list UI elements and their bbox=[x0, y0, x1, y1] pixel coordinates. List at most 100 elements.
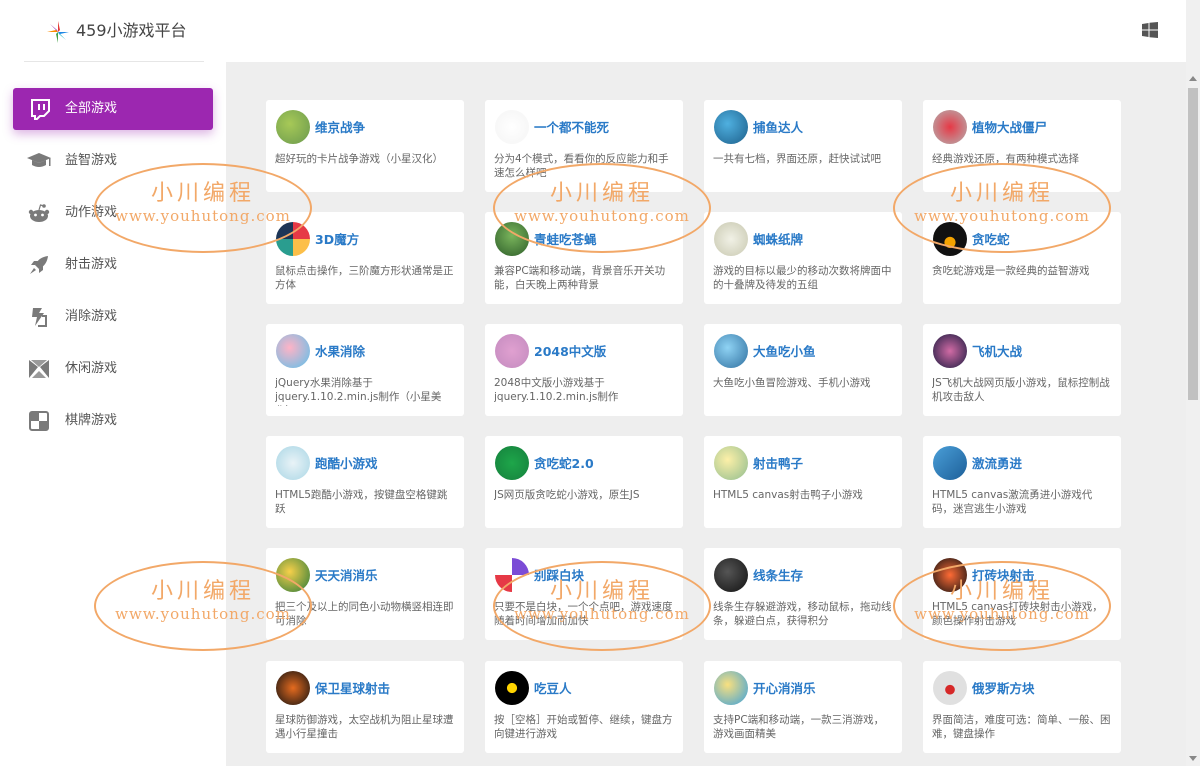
scrollbar-top-spacer bbox=[1186, 0, 1200, 62]
windows-icon[interactable] bbox=[1142, 22, 1158, 38]
nav-item-casual[interactable]: 休闲游戏 bbox=[0, 348, 226, 390]
viking-war-icon[interactable] bbox=[276, 110, 310, 144]
game-card[interactable]: 3D魔方 鼠标点击操作，三阶魔方形状通常是正方体 bbox=[266, 212, 464, 304]
game-description: 贪吃蛇游戏是一款经典的益智游戏 bbox=[932, 265, 1090, 277]
game-title[interactable]: 俄罗斯方块 bbox=[972, 678, 1035, 697]
game-card[interactable]: 蜘蛛纸牌游戏的目标以最少的移动次数将牌面中的十叠牌及待发的五组 bbox=[704, 212, 902, 304]
tetris-icon[interactable] bbox=[933, 671, 967, 705]
game-description: 按［空格］开始或暂停、继续，键盘方向键进行游戏 bbox=[494, 714, 673, 740]
game-title[interactable]: 2048中文版 bbox=[534, 341, 606, 360]
game-card[interactable]: 吃豆人按［空格］开始或暂停、继续，键盘方向键进行游戏 bbox=[485, 661, 683, 753]
game-card[interactable]: 2048中文版 2048中文版小游戏基于jquery.1.10.2.min.js制… bbox=[485, 324, 683, 416]
game-title[interactable]: 3D魔方 bbox=[315, 229, 359, 248]
game-title[interactable]: 射击鸭子 bbox=[753, 453, 803, 472]
game-card[interactable]: 一个都不能死分为4个模式，看看你的反应能力和手速怎么样吧 bbox=[485, 100, 683, 192]
game-title[interactable]: 大鱼吃小鱼 bbox=[753, 341, 816, 360]
game-description: 2048中文版小游戏基于jquery.1.10.2.min.js制作 bbox=[494, 377, 619, 403]
fish-icon[interactable] bbox=[714, 334, 748, 368]
game-title[interactable]: 飞机大战 bbox=[972, 341, 1022, 360]
game-card[interactable]: 线条生存 线条生存躲避游戏，移动鼠标，拖动线条，躲避白点，获得积分 bbox=[704, 548, 902, 640]
game-description: 游戏的目标以最少的移动次数将牌面中的十叠牌及待发的五组 bbox=[713, 265, 892, 291]
nav-item-elimination[interactable]: 消除游戏 bbox=[0, 296, 226, 338]
game-title[interactable]: 天天消消乐 bbox=[315, 565, 378, 584]
game-title[interactable]: 激流勇进 bbox=[972, 453, 1022, 472]
game-card[interactable]: 俄罗斯方块 界面简洁，难度可选：简单、一般、困难，键盘操作 bbox=[923, 661, 1121, 753]
game-card[interactable]: 保卫星球射击 星球防御游戏，太空战机为阻止星球遭遇小行星撞击 bbox=[266, 661, 464, 753]
game-title[interactable]: 别踩白块 bbox=[534, 565, 584, 584]
pop-cap-icon[interactable] bbox=[933, 110, 967, 144]
game-card[interactable]: 射击鸭子 HTML5 canvas射击鸭子小游戏 bbox=[704, 436, 902, 528]
game-card[interactable]: 跑酷小游戏 HTML5跑酷小游戏，按键盘空格键跳跃 bbox=[266, 436, 464, 528]
game-description: 分为4个模式，看看你的反应能力和手速怎么样吧 bbox=[494, 153, 669, 179]
parkour-icon[interactable] bbox=[276, 446, 310, 480]
nav-item-board-card[interactable]: 棋牌游戏 bbox=[0, 400, 226, 442]
game-card[interactable]: 水果消除 jQuery水果消除基于jquery.1.10.2.min.js制作（小… bbox=[266, 324, 464, 416]
game-title[interactable]: 一个都不能死 bbox=[534, 117, 609, 136]
brand[interactable]: 459小游戏平台 bbox=[0, 0, 226, 62]
game-card[interactable]: 别踩白块 只要不是白块，一个个点吧，游戏速度随着时间增加而加快 bbox=[485, 548, 683, 640]
game-card[interactable]: 贪吃蛇2.0 JS网页版贪吃蛇小游戏，原生JS bbox=[485, 436, 683, 528]
game-card[interactable]: 激流勇进 HTML5 canvas激流勇进小游戏代码，迷宫逃生小游戏 bbox=[923, 436, 1121, 528]
game-title[interactable]: 开心消消乐 bbox=[753, 678, 816, 697]
game-title[interactable]: 蜘蛛纸牌 bbox=[753, 229, 803, 248]
game-title[interactable]: 保卫星球射击 bbox=[315, 678, 390, 697]
game-card[interactable]: 大鱼吃小鱼 大鱼吃小鱼冒险游戏、手机小游戏 bbox=[704, 324, 902, 416]
game-description: 一共有七档，界面还原，赶快试试吧 bbox=[713, 153, 881, 165]
sidebar: 459小游戏平台 全部游戏 益智游戏 动作游戏 射击游戏 消除游戏 休闲游戏 棋… bbox=[0, 0, 226, 766]
game-title[interactable]: 贪吃蛇 bbox=[972, 229, 1010, 248]
scroll-thumb[interactable] bbox=[1188, 88, 1198, 400]
nav-item-label: 休闲游戏 bbox=[65, 361, 118, 376]
nav-item-all-games[interactable]: 全部游戏 bbox=[13, 88, 213, 130]
game-title[interactable]: 线条生存 bbox=[753, 565, 803, 584]
game-card[interactable]: 打砖块射击 HTML5 canvas打砖块射击小游戏，颜色操作射击游戏 bbox=[923, 548, 1121, 640]
game-title[interactable]: 打砖块射击 bbox=[972, 565, 1035, 584]
game-title[interactable]: 植物大战僵尸 bbox=[972, 117, 1047, 136]
game-card[interactable]: 飞机大战 JS飞机大战网页版小游戏，鼠标控制战机攻击敌人 bbox=[923, 324, 1121, 416]
game-title[interactable]: 捕鱼达人 bbox=[753, 117, 803, 136]
nav-item-action[interactable]: 动作游戏 bbox=[0, 192, 226, 234]
pacman-icon[interactable] bbox=[495, 671, 529, 705]
nav-item-shooting[interactable]: 射击游戏 bbox=[0, 244, 226, 286]
happy-match-icon[interactable] bbox=[714, 671, 748, 705]
game-title[interactable]: 跑酷小游戏 bbox=[315, 453, 378, 472]
game-title[interactable]: 维京战争 bbox=[315, 117, 365, 136]
fruit-icon[interactable] bbox=[276, 334, 310, 368]
game-card[interactable]: 维京战争超好玩的卡片战争游戏（小星汉化） bbox=[266, 100, 464, 192]
line-survive-icon[interactable] bbox=[714, 558, 748, 592]
animals-icon[interactable] bbox=[276, 558, 310, 592]
game-card[interactable]: 植物大战僵尸 经典游戏还原，有两种模式选择 bbox=[923, 100, 1121, 192]
game-card[interactable]: 天天消消乐 把三个及以上的同色小动物横竖相连即可消除 bbox=[266, 548, 464, 640]
game-title[interactable]: 贪吃蛇2.0 bbox=[534, 453, 594, 472]
rocket-icon bbox=[26, 253, 52, 277]
brick-icon[interactable] bbox=[933, 558, 967, 592]
game-card[interactable]: 贪吃蛇贪吃蛇游戏是一款经典的益智游戏 bbox=[923, 212, 1121, 304]
vertical-scrollbar[interactable] bbox=[1186, 62, 1200, 766]
planet-icon[interactable] bbox=[276, 671, 310, 705]
game-card[interactable]: 捕鱼达人一共有七档，界面还原，赶快试试吧 bbox=[704, 100, 902, 192]
fishing-icon[interactable] bbox=[714, 110, 748, 144]
snake-dots-icon[interactable] bbox=[495, 446, 529, 480]
scroll-up-arrow-icon[interactable] bbox=[1189, 76, 1197, 81]
chess-board-icon bbox=[26, 409, 52, 433]
stairs-icon[interactable] bbox=[933, 446, 967, 480]
piano-tiles-icon[interactable] bbox=[495, 558, 529, 592]
tile-2048-icon[interactable] bbox=[495, 334, 529, 368]
game-card[interactable]: 开心消消乐 支持PC端和移动端，一款三消游戏，游戏画面精美 bbox=[704, 661, 902, 753]
game-title[interactable]: 青蛙吃苍蝇 bbox=[534, 229, 597, 248]
game-title[interactable]: 吃豆人 bbox=[534, 678, 572, 697]
running-man-icon[interactable] bbox=[495, 110, 529, 144]
game-card[interactable]: 青蛙吃苍蝇 兼容PC端和移动端，背景音乐开关功能，白天晚上两种背景 bbox=[485, 212, 683, 304]
game-title[interactable]: 水果消除 bbox=[315, 341, 365, 360]
frog-icon[interactable] bbox=[495, 222, 529, 256]
duck-icon[interactable] bbox=[714, 446, 748, 480]
nav-item-puzzle[interactable]: 益智游戏 bbox=[0, 140, 226, 182]
nav-item-label: 全部游戏 bbox=[65, 101, 118, 116]
snake-icon[interactable] bbox=[933, 222, 967, 256]
nav-item-label: 消除游戏 bbox=[65, 309, 118, 324]
rubik-cube-icon[interactable] bbox=[276, 222, 310, 256]
scroll-down-arrow-icon[interactable] bbox=[1189, 756, 1197, 761]
plane-icon[interactable] bbox=[933, 334, 967, 368]
game-description: 超好玩的卡片战争游戏（小星汉化） bbox=[275, 153, 443, 165]
spider-card-icon[interactable] bbox=[714, 222, 748, 256]
game-description: JS飞机大战网页版小游戏，鼠标控制战机攻击敌人 bbox=[932, 377, 1110, 403]
